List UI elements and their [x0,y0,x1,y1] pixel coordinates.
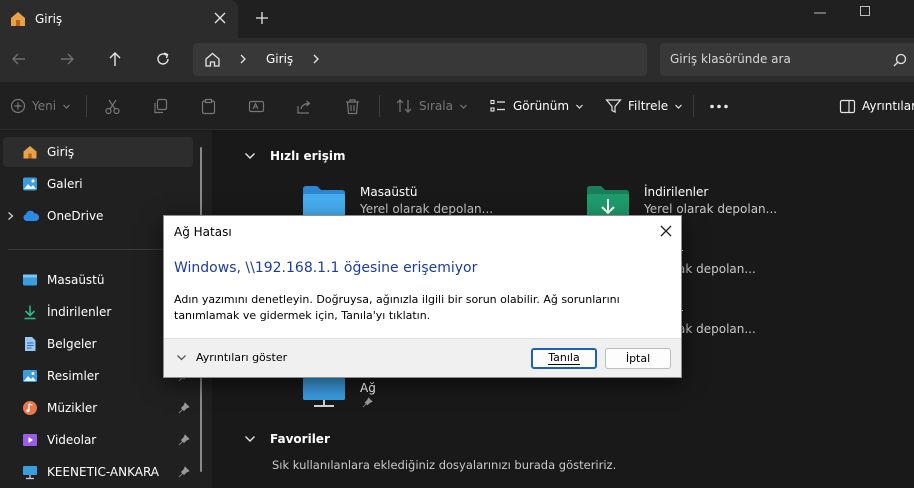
network-error-dialog: Ağ Hatası Windows, \\192.168.1.1 öğesine… [163,215,682,378]
sidebar-item-music[interactable]: Müzikler [0,393,195,423]
close-tab-icon[interactable] [212,10,228,26]
chevron-down-icon [245,436,255,442]
sort-button[interactable]: Sırala [395,82,468,130]
filter-button[interactable]: Filtrele [605,82,683,130]
copy-icon[interactable] [152,98,169,115]
back-arrow-icon[interactable] [10,50,28,68]
download-icon [24,305,36,320]
plus-circle-icon [10,98,26,114]
details-pane-button[interactable]: Ayrıntılar [839,82,914,130]
title-bar: Giriş [0,0,914,38]
new-button[interactable]: Yeni [10,82,71,130]
filter-icon [605,99,622,113]
rename-icon[interactable] [248,98,265,115]
pin-icon[interactable] [362,397,373,408]
dialog-footer: Ayrıntıları göster Tanıla İptal [164,338,681,377]
delete-icon[interactable] [344,98,361,115]
tile-documents-status: ak depolan... [678,262,756,276]
network-icon[interactable] [302,376,346,408]
chevron-down-icon [675,104,683,109]
sidebar-item-gallery[interactable]: Galeri [0,169,195,199]
chevron-down-icon [63,104,70,109]
pin-icon[interactable] [178,466,190,478]
navigation-row: Giriş Giriş klasöründe ara [0,38,914,82]
sort-icon [396,99,412,113]
search-input[interactable]: Giriş klasöründe ara [670,52,791,66]
chevron-down-icon [245,153,255,159]
chevron-right-icon[interactable] [237,53,249,65]
share-icon[interactable] [296,98,313,115]
section-quick-access[interactable]: Hızlı erişim [244,149,345,163]
music-icon [23,401,37,415]
home-icon [11,12,25,26]
chevron-right-icon[interactable] [310,53,322,65]
tile-downloads-status: Yerel olarak depolan... [644,202,778,216]
dialog-main-instruction: Windows, \\192.168.1.1 öğesine erişemiyo… [174,260,478,276]
documents-icon [25,337,36,351]
details-pane-icon [839,99,856,113]
sidebar-item-network-drive[interactable]: KEENETIC-ANKARA [0,457,195,487]
divider [379,95,380,117]
network-drive-icon [23,466,37,480]
chevron-down-icon [177,355,186,361]
section-favorites[interactable]: Favoriler [244,432,330,446]
favorites-empty-text: Sık kullanılanlara eklediğiniz dosyaları… [272,458,617,472]
videos-icon [23,434,37,446]
tile-desktop-name[interactable]: Masaüstü [360,185,417,199]
more-options-icon[interactable] [709,104,729,109]
up-arrow-icon[interactable] [106,50,124,68]
dialog-title: Ağ Hatası [174,225,232,239]
close-icon[interactable] [658,223,674,239]
cut-icon[interactable] [104,98,121,115]
show-details-toggle[interactable]: Ayrıntıları göster [176,351,287,364]
divider [86,95,87,117]
forward-arrow-icon[interactable] [58,50,76,68]
cancel-button[interactable]: İptal [605,348,671,369]
command-bar: Yeni Sırala Görünüm Filtrele Ayrıntılar [0,82,914,130]
view-list-icon [490,99,505,112]
cloud-icon [23,210,40,221]
search-box[interactable]: Giriş klasöründe ara [660,43,914,76]
divider [693,95,694,117]
tile-network-name[interactable]: Ağ [360,381,376,395]
gallery-icon [23,177,37,191]
pin-icon[interactable] [178,434,190,446]
tile-pictures-status: ak depolan... [678,322,756,336]
tile-desktop-status: Yerel olarak depolan... [360,202,494,216]
search-icon [893,53,907,67]
pictures-icon [23,370,37,382]
address-bar[interactable]: Giriş [193,43,647,76]
pin-icon[interactable] [178,402,190,414]
sidebar-item-videos[interactable]: Videolar [0,425,195,455]
breadcrumb-home[interactable]: Giriş [266,52,293,66]
home-icon [23,146,37,159]
tile-downloads-name[interactable]: İndirilenler [644,185,708,199]
chevron-right-icon[interactable] [6,211,15,221]
view-button[interactable]: Görünüm [489,82,584,130]
chevron-down-icon [576,104,584,109]
dialog-body-text: Adın yazımını denetleyin. Doğruysa, ağın… [174,293,620,322]
refresh-icon[interactable] [154,50,172,68]
tab-home[interactable]: Giriş [0,0,238,38]
new-tab-icon[interactable] [254,10,270,26]
minimize-icon[interactable] [800,3,840,23]
home-outline-icon[interactable] [204,51,221,68]
paste-icon[interactable] [200,98,217,115]
chevron-down-icon [460,104,467,109]
sidebar-item-home[interactable]: Giriş [3,137,193,167]
desktop-folder-icon [23,274,37,286]
maximize-icon[interactable] [845,3,885,23]
tab-title: Giriş [35,12,63,26]
diagnose-button[interactable]: Tanıla [531,348,597,369]
